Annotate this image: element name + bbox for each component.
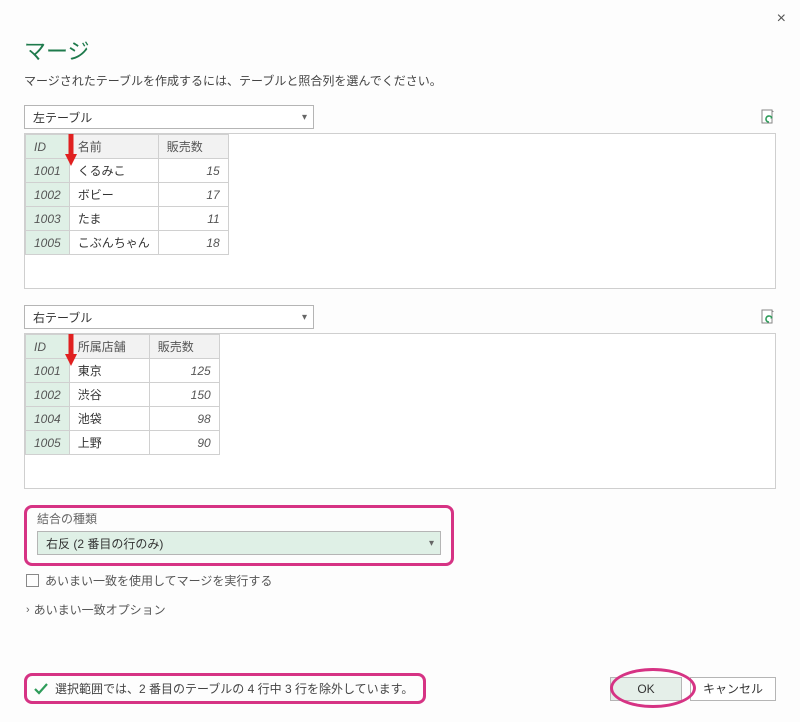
cell-name: 上野 (69, 431, 149, 455)
cell-num: 18 (158, 231, 228, 255)
join-kind-select[interactable]: 右反 (2 番目の行のみ) ▾ (37, 531, 441, 555)
cell-num: 11 (158, 207, 228, 231)
col-id[interactable]: ID (26, 335, 70, 359)
dialog-subtitle: マージされたテーブルを作成するには、テーブルと照合列を選んでください。 (24, 72, 776, 89)
status-message: 選択範囲では、2 番目のテーブルの 4 行中 3 行を除外しています。 (24, 673, 426, 704)
cell-num: 98 (149, 407, 219, 431)
left-table-select[interactable]: 左テーブル ▾ (24, 105, 314, 129)
table-row[interactable]: 1002 渋谷 150 (26, 383, 220, 407)
fuzzy-match-label: あいまい一致を使用してマージを実行する (45, 572, 272, 589)
cell-num: 125 (149, 359, 219, 383)
check-icon (33, 681, 49, 697)
join-kind-label: 結合の種類 (37, 510, 441, 527)
table-row[interactable]: 1002 ボビー 17 (26, 183, 229, 207)
cell-name: 池袋 (69, 407, 149, 431)
left-table-grid[interactable]: ID 名前 販売数 1001 くるみこ 15 1002 ボビー 17 1003 … (24, 133, 776, 289)
col-sales[interactable]: 販売数 (149, 335, 219, 359)
cell-name: くるみこ (69, 159, 158, 183)
join-kind-group: 結合の種類 右反 (2 番目の行のみ) ▾ (24, 505, 454, 566)
table-row[interactable]: 1003 たま 11 (26, 207, 229, 231)
fuzzy-options-label: あいまい一致オプション (34, 601, 166, 618)
table-row[interactable]: 1004 池袋 98 (26, 407, 220, 431)
dialog-title: マージ (24, 34, 776, 66)
status-text: 選択範囲では、2 番目のテーブルの 4 行中 3 行を除外しています。 (55, 680, 413, 697)
cell-name: たま (69, 207, 158, 231)
cell-num: 90 (149, 431, 219, 455)
right-table-select-label: 右テーブル (33, 309, 92, 326)
ok-button[interactable]: OK (610, 677, 682, 701)
table-header-row[interactable]: ID 名前 販売数 (26, 135, 229, 159)
checkbox-icon (26, 574, 39, 587)
fuzzy-options-expander[interactable]: › あいまい一致オプション (26, 601, 776, 618)
cell-name: 渋谷 (69, 383, 149, 407)
col-sales[interactable]: 販売数 (158, 135, 228, 159)
cell-id: 1001 (26, 159, 70, 183)
cell-id: 1003 (26, 207, 70, 231)
table-row[interactable]: 1001 東京 125 (26, 359, 220, 383)
table-row[interactable]: 1001 くるみこ 15 (26, 159, 229, 183)
cell-num: 17 (158, 183, 228, 207)
left-table-select-label: 左テーブル (33, 109, 92, 126)
chevron-down-icon: ▾ (302, 312, 307, 323)
col-name[interactable]: 名前 (69, 135, 158, 159)
chevron-down-icon: ▾ (302, 112, 307, 123)
right-table-select[interactable]: 右テーブル ▾ (24, 305, 314, 329)
chevron-down-icon: ▾ (429, 538, 434, 549)
cell-num: 150 (149, 383, 219, 407)
cell-name: ボビー (69, 183, 158, 207)
join-kind-value: 右反 (2 番目の行のみ) (46, 535, 163, 552)
right-table-grid[interactable]: ID 所属店舗 販売数 1001 東京 125 1002 渋谷 150 1004… (24, 333, 776, 489)
ok-button-label: OK (637, 682, 654, 696)
cell-id: 1005 (26, 431, 70, 455)
cell-id: 1005 (26, 231, 70, 255)
cell-name: こぶんちゃん (69, 231, 158, 255)
table-row[interactable]: 1005 上野 90 (26, 431, 220, 455)
cell-id: 1002 (26, 383, 70, 407)
col-store[interactable]: 所属店舗 (69, 335, 149, 359)
fuzzy-match-checkbox[interactable]: あいまい一致を使用してマージを実行する (26, 572, 776, 589)
cancel-button-label: キャンセル (703, 680, 763, 697)
table-row[interactable]: 1005 こぶんちゃん 18 (26, 231, 229, 255)
close-icon[interactable]: × (777, 10, 786, 28)
cell-id: 1004 (26, 407, 70, 431)
cell-name: 東京 (69, 359, 149, 383)
cell-num: 15 (158, 159, 228, 183)
col-id[interactable]: ID (26, 135, 70, 159)
cell-id: 1001 (26, 359, 70, 383)
table-header-row[interactable]: ID 所属店舗 販売数 (26, 335, 220, 359)
cell-id: 1002 (26, 183, 70, 207)
refresh-icon[interactable] (760, 309, 776, 325)
refresh-icon[interactable] (760, 109, 776, 125)
cancel-button[interactable]: キャンセル (690, 677, 776, 701)
chevron-right-icon: › (26, 604, 30, 616)
